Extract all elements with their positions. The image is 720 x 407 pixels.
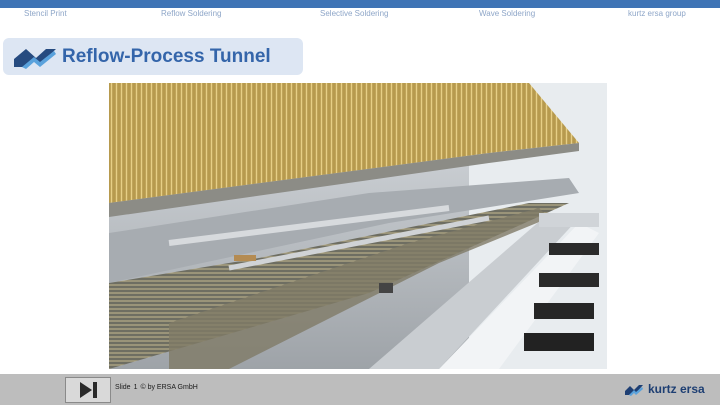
ersa-check-logo-icon bbox=[14, 49, 56, 69]
title-banner: Reflow-Process Tunnel bbox=[3, 38, 303, 75]
slide-info: Slide 1 © by ERSA GmbH bbox=[115, 384, 201, 391]
nav-item-selective-soldering[interactable]: Selective Soldering bbox=[320, 9, 388, 18]
page-title: Reflow-Process Tunnel bbox=[62, 46, 271, 67]
slide-label: Slide bbox=[115, 384, 131, 391]
section-nav: Stencil Print Reflow Soldering Selective… bbox=[0, 9, 720, 23]
nav-item-wave-soldering[interactable]: Wave Soldering bbox=[479, 9, 535, 18]
next-slide-button[interactable] bbox=[65, 377, 111, 403]
nav-item-stencil-print[interactable]: Stencil Print bbox=[24, 9, 67, 18]
slide-footer: Slide 1 © by ERSA GmbH kurtz ersa bbox=[0, 374, 720, 405]
slide-number: 1 bbox=[133, 384, 138, 391]
next-slide-icon bbox=[80, 382, 97, 398]
reflow-tunnel-photo bbox=[109, 83, 607, 369]
copyright-text: © by ERSA GmbH bbox=[140, 384, 198, 391]
top-accent-bar bbox=[0, 0, 720, 8]
nav-item-reflow-soldering[interactable]: Reflow Soldering bbox=[161, 9, 221, 18]
brand-name: kurtz ersa bbox=[648, 382, 705, 396]
nav-item-kurtz-ersa-group[interactable]: kurtz ersa group bbox=[628, 9, 686, 18]
ersa-brand-logo-icon bbox=[625, 385, 643, 396]
